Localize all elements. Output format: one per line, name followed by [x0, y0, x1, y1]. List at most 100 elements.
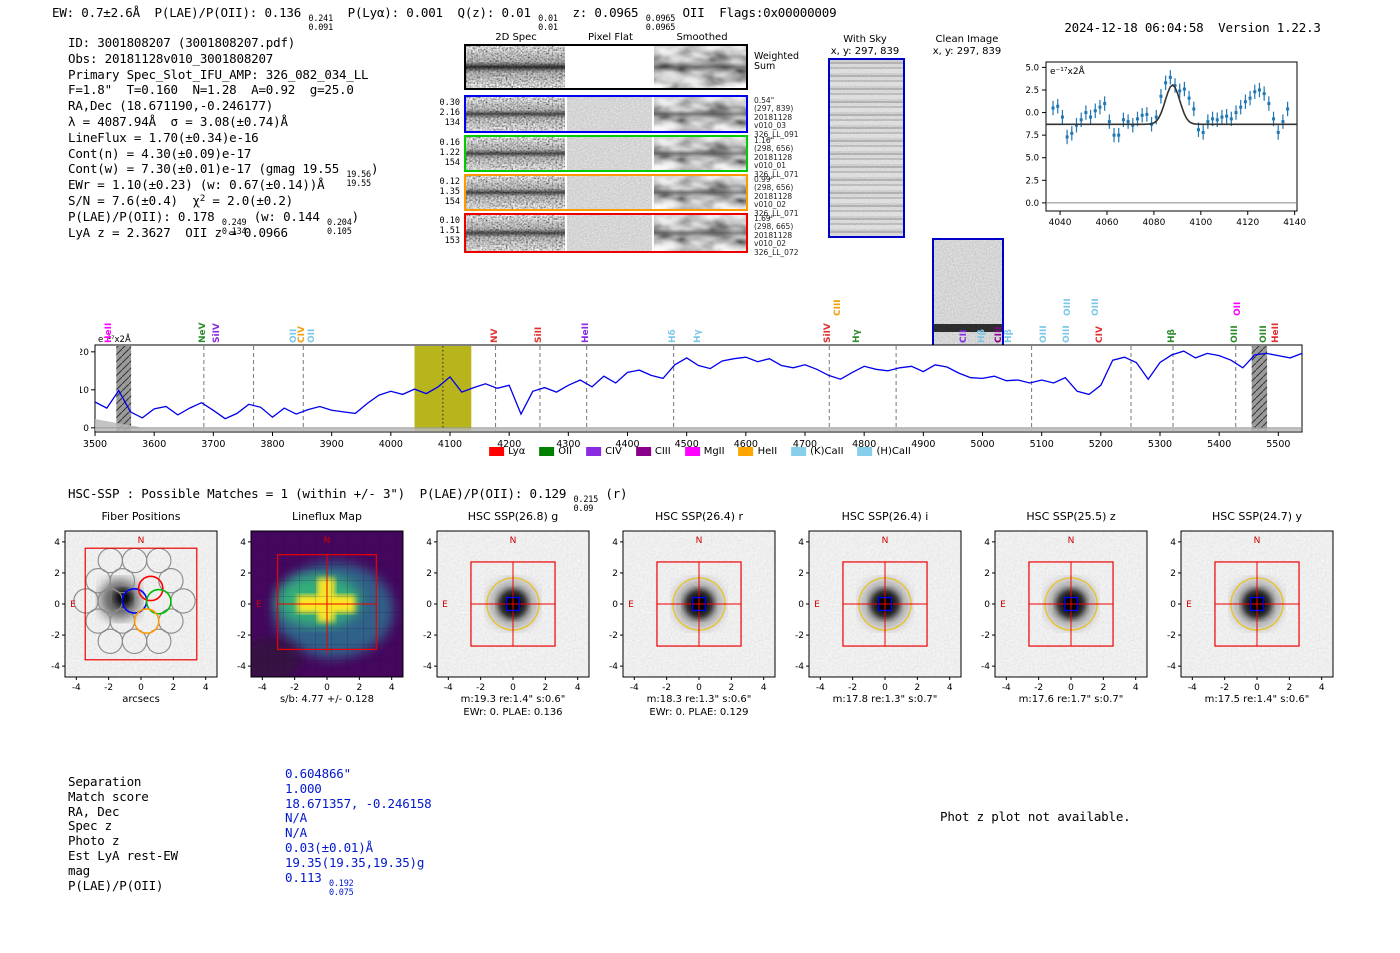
tick-label: N: [1254, 536, 1261, 546]
legend-label: OII: [558, 446, 573, 457]
cutout-panel: N E -4 -4 -2 -2 0 0 2 2 4 4: [1167, 530, 1334, 693]
tick-label: 2: [1170, 569, 1176, 579]
data-point: [1276, 130, 1280, 134]
match-value-text: N/A: [285, 825, 307, 841]
cutout-panel: N E -4 -4 -2 -2 0 0 2 2 4 4: [795, 530, 962, 693]
cutout-caption: s/b: 4.77 +/- 0.128: [279, 694, 375, 705]
spec2d-cell: [466, 215, 565, 251]
info-text: LineFlux = 1.70(±0.34)e-16: [68, 129, 259, 145]
emission-line-label: OIII: [1039, 325, 1049, 343]
legend-swatch: [738, 447, 754, 456]
tick-label: 2: [170, 683, 176, 693]
tick-label: -4: [630, 683, 639, 693]
match-value-text: N/A: [285, 810, 307, 826]
tick-label: 3800: [260, 439, 284, 450]
data-point: [1201, 130, 1205, 134]
legend-item: HeII: [738, 446, 778, 457]
clean-title: Clean Image: [935, 34, 999, 45]
tick-label: N: [138, 536, 145, 546]
data-point: [1107, 120, 1111, 124]
tick-label: -4: [72, 683, 81, 693]
tick-label: -4: [609, 662, 618, 672]
tick-label: 0: [1254, 683, 1260, 693]
tick-label: -4: [258, 683, 267, 693]
tick-label: E: [1000, 600, 1006, 610]
tick-label: 4: [612, 538, 618, 548]
emission-line-label: Hδ: [668, 329, 678, 343]
info-line-9: EWr = 1.10(±0.23) (w: 0.67(±0.14))Å: [68, 177, 378, 193]
tick-label: 2: [426, 569, 432, 579]
data-point: [1257, 88, 1261, 92]
emission-line-label: HeII: [104, 322, 114, 343]
tick-label: 0: [240, 600, 246, 610]
tick-label: 0: [696, 683, 702, 693]
spec2d-row-left-labels: 0.30 2.16 134: [439, 98, 460, 128]
spec2d-cell: [466, 176, 565, 209]
data-point: [1145, 112, 1149, 116]
emission-line-label: CIV: [297, 326, 307, 343]
spec2d-cell: [654, 137, 746, 170]
tick-label: 3500: [83, 439, 107, 450]
tick-label: 0: [984, 600, 990, 610]
tick-label: 4: [203, 683, 209, 693]
emission-line-label: HeII: [1271, 322, 1281, 343]
tick-label: 2: [356, 683, 362, 693]
cutout-caption: m:17.8 re:1.3" s:0.7": [832, 694, 938, 705]
info-text: S/N = 7.6(±0.4) χ: [68, 192, 200, 208]
tick-label: 5000: [970, 439, 994, 450]
tick-label: -4: [423, 662, 432, 672]
tick-label: E: [1186, 600, 1192, 610]
legend-label: HeII: [757, 446, 778, 457]
data-point: [1060, 115, 1064, 119]
tick-label: 0: [1068, 683, 1074, 693]
withsky-image: [828, 58, 905, 238]
emission-line-label: CII: [959, 329, 969, 343]
tick-label: -4: [981, 662, 990, 672]
info-text: Cont(n) = 4.30(±0.09)e-17: [68, 145, 252, 161]
tick-label: 2: [1100, 683, 1106, 693]
elixer-report-page: EW: 0.7±2.6Å P(LAE)/P(OII): 0.136 0.241 0…: [0, 0, 1400, 953]
match-value-text: 0.604866": [285, 766, 351, 781]
tick-label: 4: [761, 683, 767, 693]
spec2d-cell: [654, 46, 746, 88]
match-row-label: mag: [68, 862, 90, 878]
spec2d-row: [464, 213, 748, 253]
legend-label: (H)CaII: [876, 446, 911, 457]
emission-line-label: Hβ: [977, 329, 987, 343]
spec2d-row-right-labels: 0.54" (297, 839) 20181128 v010_03 326_LL…: [754, 96, 799, 139]
photz-note: Phot z plot not available.: [940, 809, 1131, 824]
info-line-2: Primary Spec_Slot_IFU_AMP: 326_082_034_L…: [68, 67, 378, 83]
tick-label: e⁻¹⁷x2Å: [1050, 65, 1086, 77]
tick-label: 3900: [320, 439, 344, 450]
emission-line-label: CIII: [994, 326, 1004, 343]
tick-label: 0: [612, 600, 618, 610]
tick-label: 7.5: [1026, 131, 1039, 141]
tick-label: -4: [1002, 683, 1011, 693]
data-point: [1065, 135, 1069, 139]
col-header-pixelflat: Pixel Flat: [588, 32, 633, 43]
tick-label: 2: [542, 683, 548, 693]
legend-label: (K)CaII: [810, 446, 844, 457]
header-text: P(Lyα): 0.001 Q(z): 0.01: [333, 5, 539, 20]
tick-label: -2: [662, 683, 671, 693]
tick-label: 2: [914, 683, 920, 693]
tick-label: -2: [423, 631, 432, 641]
cutout-panel: N E -4 -4 -2 -2 0 0 2 2 4 4: [609, 530, 776, 693]
data-point: [1164, 81, 1168, 85]
data-point: [1220, 115, 1224, 119]
legend-label: Lyα: [508, 446, 526, 457]
tick-label: 4: [575, 683, 581, 693]
info-text: Primary Spec_Slot_IFU_AMP: 326_082_034_L…: [68, 66, 369, 82]
tick-label: 4: [798, 538, 804, 548]
full-spectrum-plot: 010203500 3600 3700 3800 3900 4000 4100 4200 430…: [80, 333, 1303, 450]
cutout-caption: m:18.3 re:1.3" s:0.6": [646, 694, 752, 705]
tick-label: 5.0: [1026, 154, 1039, 164]
tick-label: 4060: [1096, 218, 1119, 228]
tick-label: 0: [324, 683, 330, 693]
info-line-11: P(LAE)/P(OII): 0.178 0.249 0.134 (w: 0.14…: [68, 209, 378, 236]
tick-label: -2: [1167, 631, 1176, 641]
spec2d-cell: [567, 176, 652, 209]
emission-line-label: Hγ: [693, 329, 703, 343]
tick-label: -2: [1034, 683, 1043, 693]
tick-label: 4: [1170, 538, 1176, 548]
